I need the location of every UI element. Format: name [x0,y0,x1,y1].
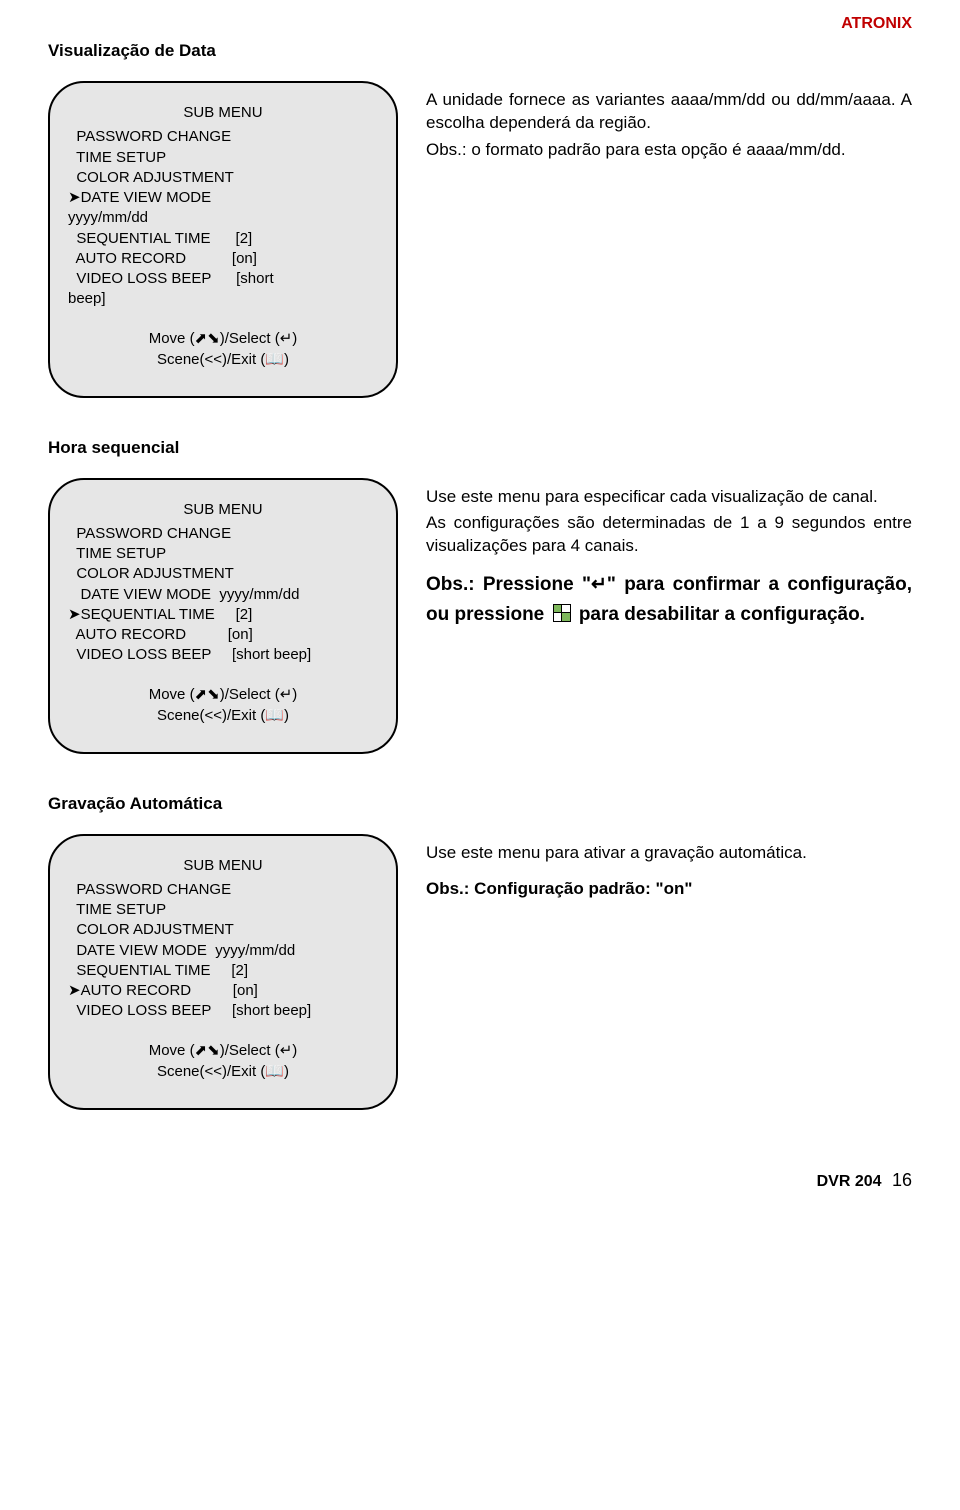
submenu-heading: SUB MENU [68,856,378,876]
panel-nav-help: Move (⬈⬊)/Select (↵) Scene(<<)/Exit (📖) [68,1040,378,1082]
nav-line-move: Move (⬈⬊)/Select (↵) [68,684,378,705]
obs-text-b: para desabilitar a configuração. [579,604,865,625]
nav-line-scene: Scene(<<)/Exit (📖) [68,705,378,726]
menu-item-date-view: ➤DATE VIEW MODE [68,188,378,208]
menu-item-password: PASSWORD CHANGE [68,127,378,147]
panel-nav-help: Move (⬈⬊)/Select (↵) Scene(<<)/Exit (📖) [68,328,378,370]
footer-page-number: 16 [892,1170,912,1190]
menu-item-video-loss: VIDEO LOSS BEEP [short beep] [68,1001,378,1021]
desc-paragraph: Obs.: o formato padrão para esta opção é… [426,139,912,162]
nav-line-move: Move (⬈⬊)/Select (↵) [68,328,378,349]
desc-obs-block: Obs.: Pressione "↵" para confirmar a con… [426,570,912,629]
menu-item-sequential: SEQUENTIAL TIME [2] [68,961,378,981]
menu-item-sequential: ➤SEQUENTIAL TIME [2] [68,605,378,625]
quad-icon [553,604,571,622]
menu-item-time-setup: TIME SETUP [68,900,378,920]
nav-line-scene: Scene(<<)/Exit (📖) [68,349,378,370]
section-title-auto-record: Gravação Automática [48,794,912,814]
section-title-date-view: Visualização de Data [48,41,912,61]
nav-line-move: Move (⬈⬊)/Select (↵) [68,1040,378,1061]
menu-item-password: PASSWORD CHANGE [68,880,378,900]
desc-paragraph: Use este menu para especificar cada visu… [426,486,912,509]
panel-nav-help: Move (⬈⬊)/Select (↵) Scene(<<)/Exit (📖) [68,684,378,726]
desc-paragraph: As configurações são determinadas de 1 a… [426,512,912,558]
menu-value-date-format: yyyy/mm/dd [68,208,378,228]
menu-panel-auto-record: SUB MENU PASSWORD CHANGE TIME SETUP COLO… [48,834,398,1110]
footer-model: DVR 204 [817,1173,882,1190]
section-title-sequential: Hora sequencial [48,438,912,458]
brand-header: ATRONIX [48,15,912,33]
menu-item-time-setup: TIME SETUP [68,148,378,168]
menu-item-video-loss: VIDEO LOSS BEEP [short [68,269,378,289]
description-date-view: A unidade fornece as variantes aaaa/mm/d… [426,81,912,166]
menu-item-video-loss: VIDEO LOSS BEEP [short beep] [68,645,378,665]
submenu-heading: SUB MENU [68,103,378,123]
menu-item-sequential: SEQUENTIAL TIME [2] [68,229,378,249]
menu-item-video-loss-cont: beep] [68,289,378,309]
nav-line-scene: Scene(<<)/Exit (📖) [68,1061,378,1082]
menu-item-auto-record: ➤AUTO RECORD [on] [68,981,378,1001]
submenu-heading: SUB MENU [68,500,378,520]
menu-item-date-view: DATE VIEW MODE yyyy/mm/dd [68,941,378,961]
description-auto-record: Use este menu para ativar a gravação aut… [426,834,912,906]
section-row-3: SUB MENU PASSWORD CHANGE TIME SETUP COLO… [48,834,912,1110]
menu-item-auto-record: AUTO RECORD [on] [68,249,378,269]
menu-item-color-adjust: COLOR ADJUSTMENT [68,564,378,584]
section-row-1: SUB MENU PASSWORD CHANGE TIME SETUP COLO… [48,81,912,398]
menu-item-date-view: DATE VIEW MODE yyyy/mm/dd [68,585,378,605]
menu-panel-sequential: SUB MENU PASSWORD CHANGE TIME SETUP COLO… [48,478,398,754]
desc-obs-line: Obs.: Configuração padrão: "on" [426,878,912,901]
menu-panel-date-view: SUB MENU PASSWORD CHANGE TIME SETUP COLO… [48,81,398,398]
menu-item-time-setup: TIME SETUP [68,544,378,564]
description-sequential: Use este menu para especificar cada visu… [426,478,912,634]
menu-item-color-adjust: COLOR ADJUSTMENT [68,168,378,188]
menu-item-color-adjust: COLOR ADJUSTMENT [68,920,378,940]
page-footer: DVR 204 16 [48,1170,912,1191]
desc-paragraph: A unidade fornece as variantes aaaa/mm/d… [426,89,912,135]
desc-paragraph: Use este menu para ativar a gravação aut… [426,842,912,865]
menu-item-auto-record: AUTO RECORD [on] [68,625,378,645]
menu-item-password: PASSWORD CHANGE [68,524,378,544]
section-row-2: SUB MENU PASSWORD CHANGE TIME SETUP COLO… [48,478,912,754]
